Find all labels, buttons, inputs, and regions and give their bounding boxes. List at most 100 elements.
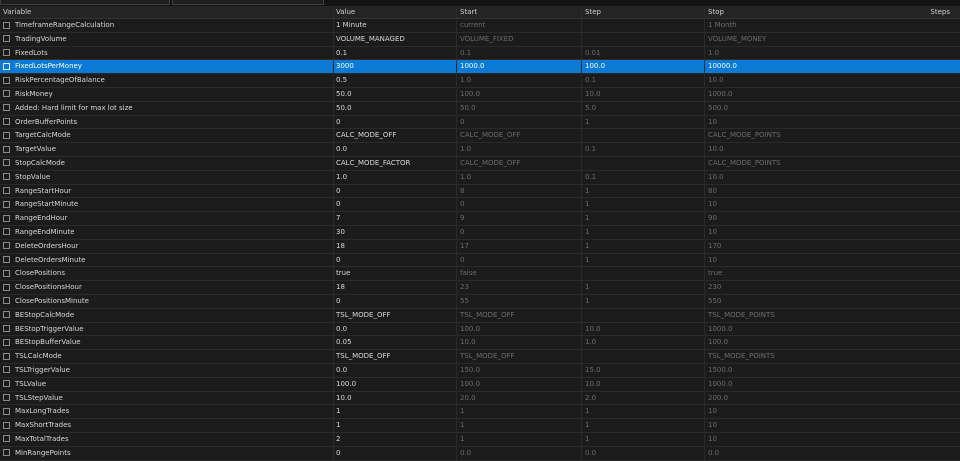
step-cell[interactable]: 1 bbox=[585, 419, 703, 432]
stop-cell[interactable]: 10 bbox=[708, 198, 826, 211]
column-separator[interactable] bbox=[704, 6, 705, 18]
table-row[interactable]: RangeStartHour 0 8 1 80 bbox=[0, 184, 960, 199]
optimize-checkbox[interactable] bbox=[3, 131, 10, 139]
value-cell[interactable]: CALC_MODE_OFF bbox=[336, 129, 454, 142]
value-cell[interactable]: 0.0 bbox=[336, 323, 454, 336]
table-row[interactable]: RangeEndHour 7 9 1 90 bbox=[0, 212, 960, 226]
table-row[interactable]: BEStopCalcMode TSL_MODE_OFF TSL_MODE_OFF TS… bbox=[0, 308, 960, 323]
table-row[interactable]: RiskMoney 50.0 100.0 10.0 1000.0 bbox=[0, 87, 960, 102]
start-cell[interactable]: 23 bbox=[460, 281, 578, 294]
table-row[interactable]: FixedLotsPerMoney 3000 1000.0 100.0 10000.0 bbox=[0, 60, 960, 75]
optimize-checkbox[interactable] bbox=[3, 200, 10, 208]
value-cell[interactable]: 30 bbox=[336, 226, 454, 239]
stop-cell[interactable]: true bbox=[708, 267, 826, 280]
optimize-checkbox[interactable] bbox=[3, 173, 10, 181]
value-cell[interactable]: VOLUME_MANAGED bbox=[336, 33, 454, 46]
optimize-checkbox[interactable] bbox=[3, 76, 10, 84]
stop-cell[interactable]: 100.0 bbox=[708, 336, 826, 349]
stop-cell[interactable]: TSL_MODE_POINTS bbox=[708, 350, 826, 363]
column-header-steps[interactable]: Steps bbox=[890, 6, 950, 18]
stop-cell[interactable]: 10 bbox=[708, 254, 826, 267]
value-cell[interactable]: 10.0 bbox=[336, 392, 454, 405]
value-cell[interactable]: 0.05 bbox=[336, 336, 454, 349]
table-row[interactable]: TSLStepValue 10.0 20.0 2.0 200.0 bbox=[0, 391, 960, 406]
table-row[interactable]: StopCalcMode CALC_MODE_FACTOR CALC_MODE_OF… bbox=[0, 156, 960, 171]
table-row[interactable]: RiskPercentageOfBalance 0.5 1.0 0.1 10.0 bbox=[0, 74, 960, 88]
value-cell[interactable]: 18 bbox=[336, 240, 454, 253]
value-cell[interactable]: 0.0 bbox=[336, 364, 454, 377]
table-row[interactable]: TSLTriggerValue 0.0 150.0 15.0 1500.0 bbox=[0, 363, 960, 378]
optimize-checkbox[interactable] bbox=[3, 104, 10, 112]
step-cell[interactable]: 1 bbox=[585, 254, 703, 267]
tab-left[interactable] bbox=[0, 0, 170, 5]
stop-cell[interactable]: 1000.0 bbox=[708, 88, 826, 101]
value-cell[interactable]: 50.0 bbox=[336, 102, 454, 115]
optimize-checkbox[interactable] bbox=[3, 394, 10, 402]
step-cell[interactable]: 1 bbox=[585, 240, 703, 253]
start-cell[interactable]: TSL_MODE_OFF bbox=[460, 350, 578, 363]
table-row[interactable]: OrderBufferPoints 0 0 1 10 bbox=[0, 115, 960, 130]
start-cell[interactable]: 8 bbox=[460, 185, 578, 198]
value-cell[interactable]: 3000 bbox=[336, 60, 454, 73]
start-cell[interactable]: 100.0 bbox=[460, 323, 578, 336]
optimize-checkbox[interactable] bbox=[3, 145, 10, 153]
column-separator[interactable] bbox=[581, 6, 582, 18]
start-cell[interactable]: 0 bbox=[460, 116, 578, 129]
stop-cell[interactable]: 1000.0 bbox=[708, 323, 826, 336]
start-cell[interactable]: TSL_MODE_OFF bbox=[460, 309, 578, 322]
step-cell[interactable] bbox=[585, 33, 703, 46]
start-cell[interactable]: 0.1 bbox=[460, 47, 578, 60]
optimize-checkbox[interactable] bbox=[3, 90, 10, 98]
start-cell[interactable]: 55 bbox=[460, 295, 578, 308]
step-cell[interactable]: 0.0 bbox=[585, 447, 703, 460]
table-row[interactable]: DeleteOrdersMinute 0 0 1 10 bbox=[0, 253, 960, 268]
value-cell[interactable]: 50.0 bbox=[336, 88, 454, 101]
table-row[interactable]: TSLValue 100.0 100.0 10.0 1000.0 bbox=[0, 377, 960, 392]
value-cell[interactable]: true bbox=[336, 267, 454, 280]
start-cell[interactable]: CALC_MODE_OFF bbox=[460, 157, 578, 170]
optimize-checkbox[interactable] bbox=[3, 187, 10, 195]
optimize-checkbox[interactable] bbox=[3, 35, 10, 43]
value-cell[interactable]: 7 bbox=[336, 212, 454, 225]
optimize-checkbox[interactable] bbox=[3, 159, 10, 167]
stop-cell[interactable]: CALC_MODE_POINTS bbox=[708, 157, 826, 170]
optimize-checkbox[interactable] bbox=[3, 214, 10, 222]
column-header-stop[interactable]: Stop bbox=[708, 6, 826, 18]
table-row[interactable]: BEStopTriggerValue 0.0 100.0 10.0 1000.0 bbox=[0, 322, 960, 337]
optimize-checkbox[interactable] bbox=[3, 242, 10, 250]
tab-right[interactable] bbox=[172, 0, 324, 5]
optimize-checkbox[interactable] bbox=[3, 449, 10, 457]
optimize-checkbox[interactable] bbox=[3, 283, 10, 291]
optimize-checkbox[interactable] bbox=[3, 297, 10, 305]
stop-cell[interactable]: 0.0 bbox=[708, 447, 826, 460]
optimize-checkbox[interactable] bbox=[3, 256, 10, 264]
step-cell[interactable]: 10.0 bbox=[585, 88, 703, 101]
optimize-checkbox[interactable] bbox=[3, 62, 10, 70]
stop-cell[interactable]: VOLUME_MONEY bbox=[708, 33, 826, 46]
table-row[interactable]: TimeframeRangeCalculation 1 Minute current… bbox=[0, 19, 960, 33]
table-row[interactable]: BEStopBufferValue 0.05 10.0 1.0 100.0 bbox=[0, 336, 960, 351]
table-row[interactable]: FixedLots 0.1 0.1 0.01 1.0 bbox=[0, 46, 960, 61]
value-cell[interactable]: 2 bbox=[336, 433, 454, 446]
step-cell[interactable] bbox=[585, 157, 703, 170]
start-cell[interactable]: current bbox=[460, 19, 578, 32]
optimize-checkbox[interactable] bbox=[3, 380, 10, 388]
value-cell[interactable]: 0.5 bbox=[336, 74, 454, 87]
value-cell[interactable]: CALC_MODE_FACTOR bbox=[336, 157, 454, 170]
start-cell[interactable]: 0 bbox=[460, 226, 578, 239]
start-cell[interactable]: 100.0 bbox=[460, 378, 578, 391]
value-cell[interactable]: 1.0 bbox=[336, 171, 454, 184]
value-cell[interactable]: 0 bbox=[336, 295, 454, 308]
stop-cell[interactable]: 10 bbox=[708, 116, 826, 129]
step-cell[interactable] bbox=[585, 267, 703, 280]
step-cell[interactable]: 1 bbox=[585, 185, 703, 198]
optimize-checkbox[interactable] bbox=[3, 338, 10, 346]
table-row[interactable]: DeleteOrdersHour 18 17 1 170 bbox=[0, 239, 960, 254]
table-row[interactable]: MinRangePoints 0 0.0 0.0 0.0 bbox=[0, 446, 960, 461]
step-cell[interactable] bbox=[585, 309, 703, 322]
table-row[interactable]: ClosePositionsHour 18 23 1 230 bbox=[0, 281, 960, 295]
stop-cell[interactable]: 200.0 bbox=[708, 392, 826, 405]
value-cell[interactable]: TSL_MODE_OFF bbox=[336, 309, 454, 322]
start-cell[interactable]: 1 bbox=[460, 419, 578, 432]
value-cell[interactable]: 0.0 bbox=[336, 143, 454, 156]
